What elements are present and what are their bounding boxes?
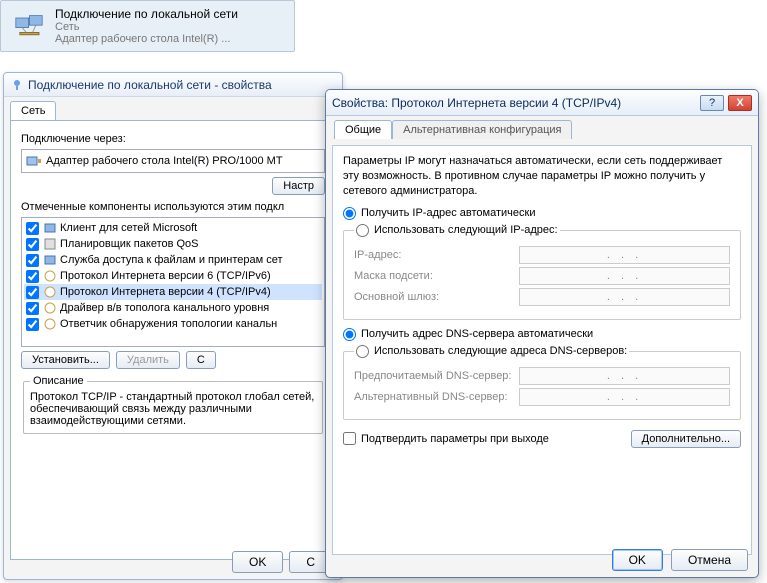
connection-card[interactable]: Подключение по локальной сети Сеть Адапт… <box>0 0 295 52</box>
lan-tab-strip: Сеть <box>4 97 342 120</box>
uninstall-button: Удалить <box>116 351 180 369</box>
component-label: Протокол Интернета версии 6 (TCP/IPv6) <box>60 270 271 282</box>
radio-manual-ip-label: Использовать следующий IP-адрес: <box>374 224 558 236</box>
ip-address-label: IP-адрес: <box>354 249 519 261</box>
ipv4-ok-button[interactable]: OK <box>612 549 663 571</box>
component-item: Клиент для сетей Microsoft <box>24 220 322 236</box>
fileshare-icon <box>43 253 57 267</box>
radio-auto-ip-row: Получить IP-адрес автоматически <box>343 207 741 220</box>
adapter-text: Адаптер рабочего стола Intel(R) PRO/1000… <box>46 155 283 167</box>
advanced-button[interactable]: Дополнительно... <box>631 430 741 448</box>
subnet-mask-label: Маска подсети: <box>354 270 519 282</box>
lldio-icon <box>43 301 57 315</box>
component-checkbox[interactable] <box>26 238 39 251</box>
subnet-mask-input[interactable]: . . . <box>519 267 730 285</box>
component-label: Служба доступа к файлам и принтерам сет <box>60 254 283 266</box>
description-text: Протокол TCP/IP - стандартный протокол г… <box>30 391 316 427</box>
component-label: Клиент для сетей Microsoft <box>60 222 197 234</box>
radio-auto-ip-label: Получить IP-адрес автоматически <box>361 207 535 219</box>
ipv4-tab-strip: Общие Альтернативная конфигурация <box>326 116 758 139</box>
tab-general[interactable]: Общие <box>334 120 392 139</box>
component-item: Ответчик обнаружения топологии канальн <box>24 316 322 332</box>
component-item: Драйвер в/в тополога канального уровня <box>24 300 322 316</box>
component-checkbox[interactable] <box>26 318 39 331</box>
client-icon <box>43 221 57 235</box>
close-icon: X <box>736 97 743 109</box>
component-checkbox[interactable] <box>26 270 39 283</box>
radio-auto-dns-label: Получить адрес DNS-сервера автоматически <box>361 328 593 340</box>
description-legend: Описание <box>30 375 87 387</box>
lan-properties-titlebar[interactable]: Подключение по локальной сети - свойства <box>4 73 342 97</box>
tab-network[interactable]: Сеть <box>10 101 56 120</box>
connection-card-text: Подключение по локальной сети Сеть Адапт… <box>55 7 288 45</box>
help-icon: ? <box>709 97 715 109</box>
install-button[interactable]: Установить... <box>21 351 110 369</box>
help-button[interactable]: ? <box>700 95 724 111</box>
radio-auto-dns[interactable] <box>343 328 356 341</box>
ip-address-input[interactable]: . . . <box>519 246 730 264</box>
component-checkbox[interactable] <box>26 254 39 267</box>
manual-dns-group: Использовать следующие адреса DNS-сервер… <box>343 345 741 420</box>
dns1-input[interactable]: . . . <box>519 367 730 385</box>
ipv4-cancel-button[interactable]: Отмена <box>671 549 748 571</box>
component-item: Протокол Интернета версии 6 (TCP/IPv6) <box>24 268 322 284</box>
ipv4-properties-window: Свойства: Протокол Интернета версии 4 (T… <box>325 89 759 578</box>
configure-button[interactable]: Настр <box>272 177 325 195</box>
components-label: Отмеченные компоненты используются этим … <box>21 201 325 213</box>
component-label: Протокол Интернета версии 4 (TCP/IPv4) <box>60 286 271 298</box>
ipv4-title-text: Свойства: Протокол Интернета версии 4 (T… <box>332 96 621 110</box>
network-monitors-icon <box>7 6 55 46</box>
lan-properties-title: Подключение по локальной сети - свойства <box>28 78 272 92</box>
qos-icon <box>43 237 57 251</box>
component-checkbox[interactable] <box>26 302 39 315</box>
radio-manual-dns-label: Использовать следующие адреса DNS-сервер… <box>374 345 627 357</box>
gateway-label: Основной шлюз: <box>354 291 519 303</box>
gateway-input[interactable]: . . . <box>519 288 730 306</box>
close-button[interactable]: X <box>728 95 752 111</box>
connection-title: Подключение по локальной сети <box>55 7 288 21</box>
dns1-label: Предпочитаемый DNS-сервер: <box>354 370 519 382</box>
connection-adapter: Адаптер рабочего стола Intel(R) ... <box>55 33 288 45</box>
radio-auto-ip[interactable] <box>343 207 356 220</box>
dns2-label: Альтернативный DNS-сервер: <box>354 391 519 403</box>
lan-properties-window: Подключение по локальной сети - свойства… <box>3 72 343 580</box>
ipv4-info-text: Параметры IP могут назначаться автоматич… <box>343 154 741 199</box>
window-icon <box>10 78 24 92</box>
ipv4-titlebar[interactable]: Свойства: Протокол Интернета версии 4 (T… <box>326 90 758 116</box>
component-label: Ответчик обнаружения топологии канальн <box>60 318 277 330</box>
radio-manual-dns[interactable] <box>356 345 369 358</box>
radio-manual-ip[interactable] <box>356 224 369 237</box>
connection-network: Сеть <box>55 21 288 33</box>
component-label: Драйвер в/в тополога канального уровня <box>60 302 269 314</box>
lan-ok-button[interactable]: OK <box>232 551 283 573</box>
component-item-selected: Протокол Интернета версии 4 (TCP/IPv4) <box>24 284 322 300</box>
connect-via-label: Подключение через: <box>21 133 325 145</box>
components-list[interactable]: Клиент для сетей Microsoft Планировщик п… <box>21 217 325 347</box>
confirm-on-exit-checkbox[interactable] <box>343 432 356 445</box>
ipv6-icon <box>43 269 57 283</box>
component-item: Служба доступа к файлам и принтерам сет <box>24 252 322 268</box>
description-fieldset: Описание Протокол TCP/IP - стандартный п… <box>23 375 323 434</box>
component-checkbox[interactable] <box>26 222 39 235</box>
adapter-icon <box>26 153 42 169</box>
ipv4-body: Параметры IP могут назначаться автоматич… <box>332 145 752 555</box>
radio-auto-dns-row: Получить адрес DNS-сервера автоматически <box>343 328 741 341</box>
dns2-input[interactable]: . . . <box>519 388 730 406</box>
lan-tab-body: Подключение через: Адаптер рабочего стол… <box>10 120 336 560</box>
tab-alternate-config[interactable]: Альтернативная конфигурация <box>392 120 572 139</box>
component-item: Планировщик пакетов QoS <box>24 236 322 252</box>
ipv4-icon <box>43 285 57 299</box>
component-properties-button[interactable]: С <box>186 351 216 369</box>
component-checkbox[interactable] <box>26 286 39 299</box>
manual-ip-group: Использовать следующий IP-адрес: IP-адре… <box>343 224 741 320</box>
lltd-icon <box>43 317 57 331</box>
confirm-on-exit-label: Подтвердить параметры при выходе <box>361 433 549 445</box>
adapter-box[interactable]: Адаптер рабочего стола Intel(R) PRO/1000… <box>21 149 325 173</box>
component-label: Планировщик пакетов QoS <box>60 238 199 250</box>
